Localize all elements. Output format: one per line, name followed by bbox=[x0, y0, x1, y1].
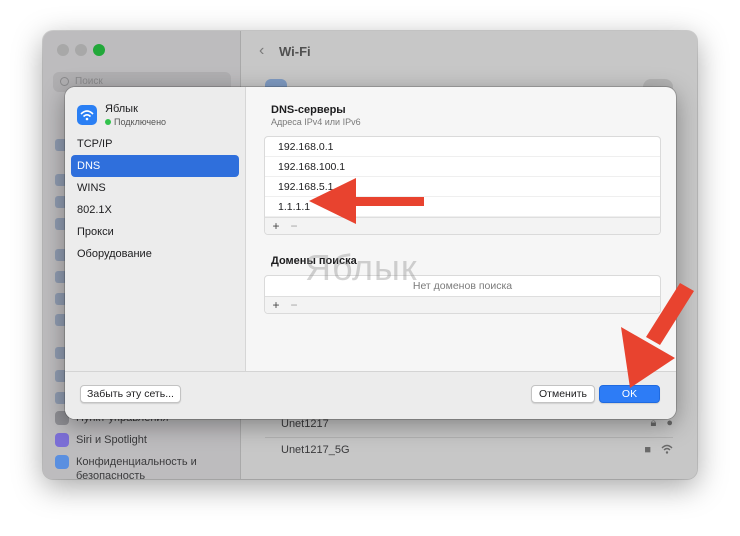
arrow-to-ok-button-icon bbox=[621, 283, 694, 388]
annotation-arrows bbox=[309, 178, 694, 388]
arrow-to-dns-server-icon bbox=[309, 178, 424, 224]
